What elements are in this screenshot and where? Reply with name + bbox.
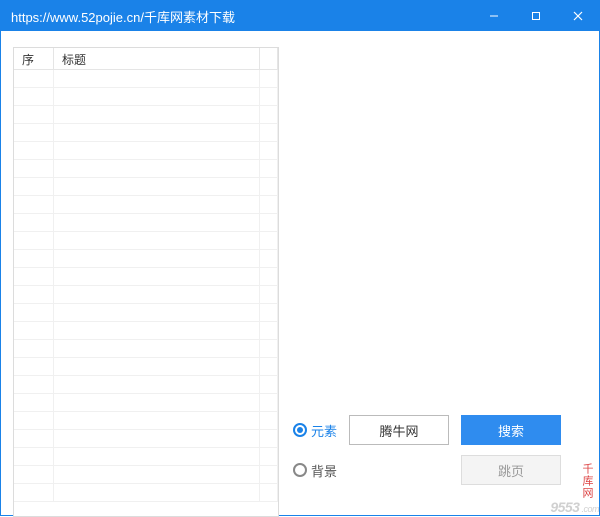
radio-beijing-label: 背景: [311, 461, 337, 480]
corner-watermark: 9553.com: [550, 499, 599, 515]
control-row-2: 背景 跳页: [293, 455, 583, 485]
table-row[interactable]: [14, 304, 278, 322]
table-row[interactable]: [14, 466, 278, 484]
jumppage-button[interactable]: 跳页: [461, 455, 561, 485]
results-list[interactable]: 序 标题: [13, 47, 279, 517]
minimize-icon: [489, 11, 499, 21]
table-row[interactable]: [14, 196, 278, 214]
app-window: https://www.52pojie.cn/千库网素材下载 序 标题: [0, 0, 600, 516]
window-controls: [473, 1, 599, 31]
radio-yuansu-label: 元素: [311, 421, 337, 440]
minimize-button[interactable]: [473, 1, 515, 31]
client-area: 序 标题 元素 腾牛网 搜索: [1, 31, 599, 515]
table-row[interactable]: [14, 484, 278, 502]
corner-watermark-sub: .com: [581, 504, 599, 514]
table-row[interactable]: [14, 394, 278, 412]
radio-beijing[interactable]: 背景: [293, 461, 337, 480]
search-button-label: 搜索: [498, 421, 524, 440]
window-title: https://www.52pojie.cn/千库网素材下载: [11, 7, 235, 26]
table-row[interactable]: [14, 430, 278, 448]
radio-icon-unchecked: [293, 463, 307, 477]
table-row[interactable]: [14, 178, 278, 196]
table-row[interactable]: [14, 358, 278, 376]
maximize-button[interactable]: [515, 1, 557, 31]
table-row[interactable]: [14, 160, 278, 178]
table-row[interactable]: [14, 412, 278, 430]
table-row[interactable]: [14, 124, 278, 142]
close-button[interactable]: [557, 1, 599, 31]
table-row[interactable]: [14, 70, 278, 88]
table-row[interactable]: [14, 322, 278, 340]
tengniu-button-label: 腾牛网: [380, 421, 419, 440]
tengniu-button[interactable]: 腾牛网: [349, 415, 449, 445]
radio-icon-checked: [293, 423, 307, 437]
radio-yuansu[interactable]: 元素: [293, 421, 337, 440]
table-row[interactable]: [14, 268, 278, 286]
close-icon: [573, 11, 583, 21]
control-row-1: 元素 腾牛网 搜索: [293, 415, 583, 445]
side-watermark: 千库网: [579, 463, 595, 499]
table-row[interactable]: [14, 142, 278, 160]
corner-watermark-main: 9553: [550, 499, 579, 515]
search-button[interactable]: 搜索: [461, 415, 561, 445]
table-row[interactable]: [14, 448, 278, 466]
controls-area: 元素 腾牛网 搜索 背景 跳页: [293, 415, 583, 495]
list-header: 序 标题: [14, 48, 278, 70]
maximize-icon: [531, 11, 541, 21]
column-header-end[interactable]: [260, 48, 278, 69]
table-row[interactable]: [14, 286, 278, 304]
table-row[interactable]: [14, 340, 278, 358]
titlebar: https://www.52pojie.cn/千库网素材下载: [1, 1, 599, 31]
column-header-title[interactable]: 标题: [54, 48, 260, 69]
table-row[interactable]: [14, 250, 278, 268]
table-row[interactable]: [14, 376, 278, 394]
table-row[interactable]: [14, 214, 278, 232]
column-header-seq[interactable]: 序: [14, 48, 54, 69]
table-row[interactable]: [14, 106, 278, 124]
table-row[interactable]: [14, 232, 278, 250]
table-row[interactable]: [14, 88, 278, 106]
list-rows: [14, 70, 278, 516]
jumppage-button-label: 跳页: [498, 461, 524, 480]
